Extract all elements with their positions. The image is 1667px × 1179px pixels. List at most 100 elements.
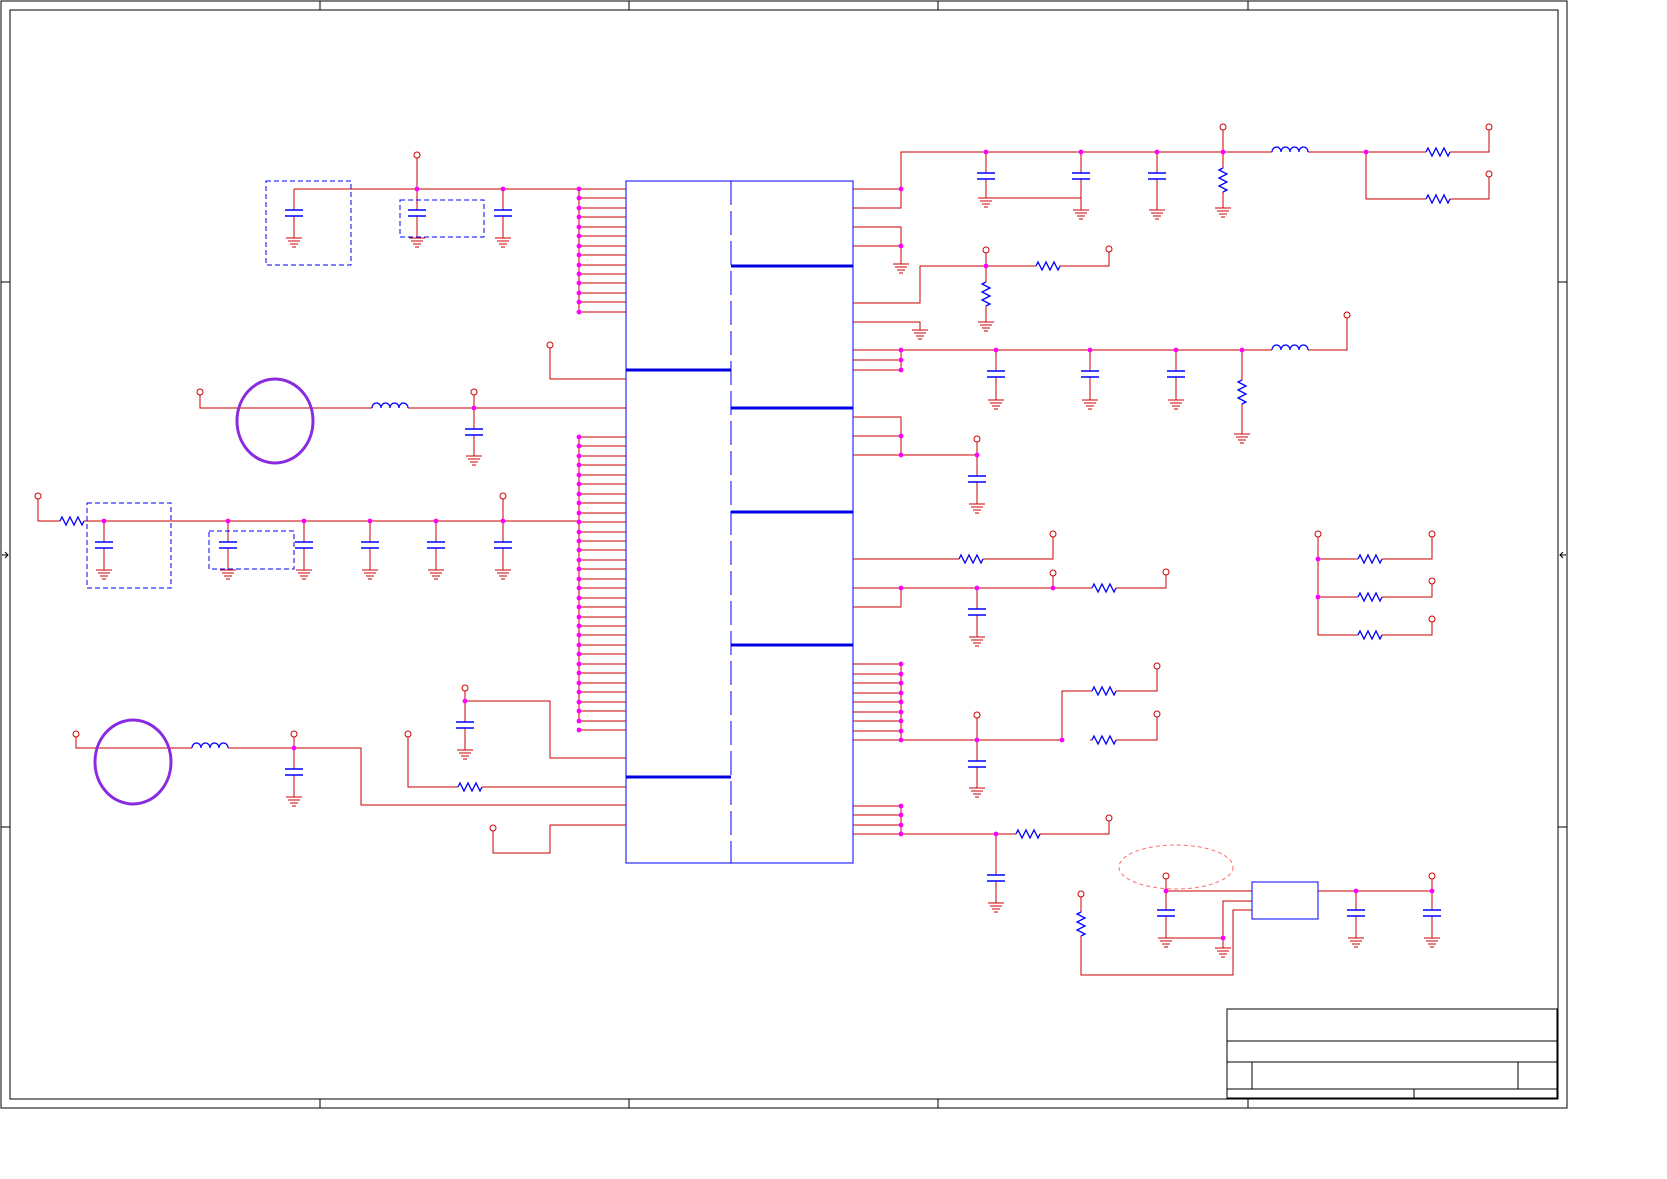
capacitor: [987, 370, 1005, 378]
junction-dot: [898, 661, 904, 667]
wire: [549, 348, 626, 380]
junction-dot: [983, 149, 989, 155]
junction-dot: [576, 309, 582, 315]
junction-dot: [433, 518, 439, 524]
junction-dot: [576, 538, 582, 544]
wire: [1061, 690, 1090, 740]
port-connector: [413, 151, 421, 159]
ground-symbol: [978, 197, 994, 208]
junction-dot: [1239, 347, 1245, 353]
junction-dot: [898, 452, 904, 458]
wire: [1062, 252, 1110, 267]
junction-dot: [471, 405, 477, 411]
junction-dot: [576, 299, 582, 305]
resistor: [1217, 167, 1229, 193]
net-wires: [37, 130, 1490, 976]
junction-dot: [993, 831, 999, 837]
port-connector: [546, 341, 554, 349]
resistor: [1236, 379, 1248, 405]
inductor: [1271, 146, 1309, 153]
junction-dot: [1363, 149, 1369, 155]
junction-dot: [898, 186, 904, 192]
dashed-box: [399, 199, 485, 238]
junction-dot: [1154, 149, 1160, 155]
junction-dots: [101, 149, 1435, 941]
resistor: [457, 781, 483, 793]
junction-dot: [576, 604, 582, 610]
junction-dot: [576, 614, 582, 620]
junction-dot: [576, 453, 582, 459]
junction-dot: [1078, 149, 1084, 155]
junction-dot: [576, 566, 582, 572]
junction-dot: [576, 519, 582, 525]
junction-dot: [576, 529, 582, 535]
junction-dot: [898, 357, 904, 363]
ground-symbol: [969, 503, 985, 514]
resistor: [59, 515, 85, 527]
junction-dot: [576, 271, 582, 277]
port-connector: [489, 824, 497, 832]
junction-dot: [576, 434, 582, 440]
ground-symbol: [912, 329, 928, 340]
port-connector: [404, 730, 412, 738]
wire: [853, 151, 1270, 190]
port-connector: [1219, 123, 1227, 131]
wire: [1452, 177, 1490, 200]
junction-dot: [1315, 594, 1321, 600]
capacitor: [1347, 909, 1365, 917]
port-connector: [461, 684, 469, 692]
ground-symbol: [988, 902, 1004, 913]
schematic-sheet: [0, 0, 1568, 1109]
junction-dot: [576, 262, 582, 268]
port-connector: [973, 435, 981, 443]
port-connector: [1153, 662, 1161, 670]
ground-symbol: [457, 749, 473, 760]
regulator-ic: [1251, 881, 1319, 920]
junction-dot: [414, 186, 420, 192]
resistor: [980, 281, 992, 307]
junction-dot: [1315, 556, 1321, 562]
ground-symbol: [495, 237, 511, 248]
junction-dot: [576, 576, 582, 582]
resistor: [1091, 685, 1117, 697]
highlight-circle: [235, 377, 315, 465]
capacitor: [987, 874, 1005, 882]
ground-symbol: [1073, 209, 1089, 220]
junction-dot: [301, 518, 307, 524]
wire: [900, 664, 1062, 741]
junction-dot: [898, 243, 904, 249]
capacitor: [427, 541, 445, 549]
junction-dot: [898, 728, 904, 734]
junction-dot: [898, 367, 904, 373]
junction-dot: [576, 443, 582, 449]
junction-dot: [576, 500, 582, 506]
capacitor: [95, 541, 113, 549]
capacitor: [494, 541, 512, 549]
ground-symbol: [362, 569, 378, 580]
ground-symbol: [1234, 433, 1250, 444]
wire: [407, 737, 455, 788]
junction-dot: [898, 347, 904, 353]
wire: [1365, 152, 1424, 200]
resistor: [1357, 591, 1383, 603]
resistor: [1015, 828, 1041, 840]
junction-dot: [576, 718, 582, 724]
junction-dot: [576, 651, 582, 657]
junction-dot: [367, 518, 373, 524]
resistor: [1075, 911, 1087, 937]
ground-symbol: [286, 237, 302, 248]
ground-symbol: [978, 321, 994, 332]
junction-dot: [576, 585, 582, 591]
ground-symbol: [1082, 399, 1098, 410]
junction-dot: [576, 243, 582, 249]
junction-dot: [898, 699, 904, 705]
resistor: [1035, 260, 1061, 272]
port-connector: [1105, 814, 1113, 822]
resistor: [1425, 193, 1451, 205]
junction-dot: [291, 745, 297, 751]
junction-dot: [576, 462, 582, 468]
capacitor: [285, 768, 303, 776]
capacitor: [977, 172, 995, 180]
capacitor: [219, 541, 237, 549]
inductor: [371, 402, 409, 409]
